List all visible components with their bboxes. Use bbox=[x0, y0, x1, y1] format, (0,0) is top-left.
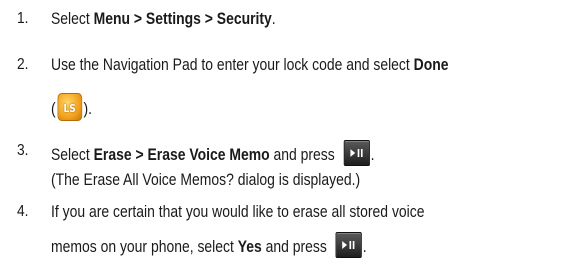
step-number: 2. bbox=[17, 56, 29, 73]
step-4-line-2: memos on your phone, select Yes and pres… bbox=[51, 232, 367, 258]
menu-path: Erase > Erase Voice Memo bbox=[93, 145, 270, 164]
text: Select bbox=[51, 145, 94, 164]
text: ). bbox=[83, 99, 93, 118]
text: . bbox=[362, 237, 367, 256]
soft-key-label: LS bbox=[63, 102, 76, 115]
dialog-note: (The Erase All Voice Memos? dialog is di… bbox=[51, 170, 361, 189]
play-pause-key-icon bbox=[335, 232, 362, 258]
step-number: 4. bbox=[17, 203, 29, 220]
play-pause-glyph bbox=[342, 241, 355, 249]
step-3-line-1: Select Erase > Erase Voice Memo and pres… bbox=[51, 140, 374, 166]
text: and press bbox=[269, 145, 339, 164]
yes-label: Yes bbox=[237, 237, 262, 256]
text: . bbox=[370, 145, 375, 164]
left-soft-key-icon: LS bbox=[57, 93, 82, 121]
text: memos on your phone, select bbox=[51, 237, 238, 256]
step-2-line-1: Use the Navigation Pad to enter your loc… bbox=[51, 54, 449, 76]
text: ( bbox=[51, 99, 56, 118]
step-3-line-2: (The Erase All Voice Memos? dialog is di… bbox=[51, 169, 360, 191]
step-number: 1. bbox=[17, 10, 29, 27]
play-pause-key-icon bbox=[343, 140, 370, 166]
step-number: 3. bbox=[17, 142, 29, 159]
step-2-line-2: ( LS). bbox=[51, 93, 92, 121]
text: Select bbox=[51, 9, 94, 28]
done-label: Done bbox=[413, 55, 449, 74]
text: . bbox=[271, 9, 276, 28]
menu-path: Menu > Settings > Security bbox=[93, 9, 272, 28]
text: If you are certain that you would like t… bbox=[51, 202, 425, 221]
play-pause-glyph bbox=[350, 149, 363, 157]
step-4-line-1: If you are certain that you would like t… bbox=[51, 201, 424, 223]
text: Use the Navigation Pad to enter your loc… bbox=[51, 55, 414, 74]
text: and press bbox=[261, 237, 331, 256]
step-1-line-1: Select Menu > Settings > Security. bbox=[51, 8, 276, 30]
